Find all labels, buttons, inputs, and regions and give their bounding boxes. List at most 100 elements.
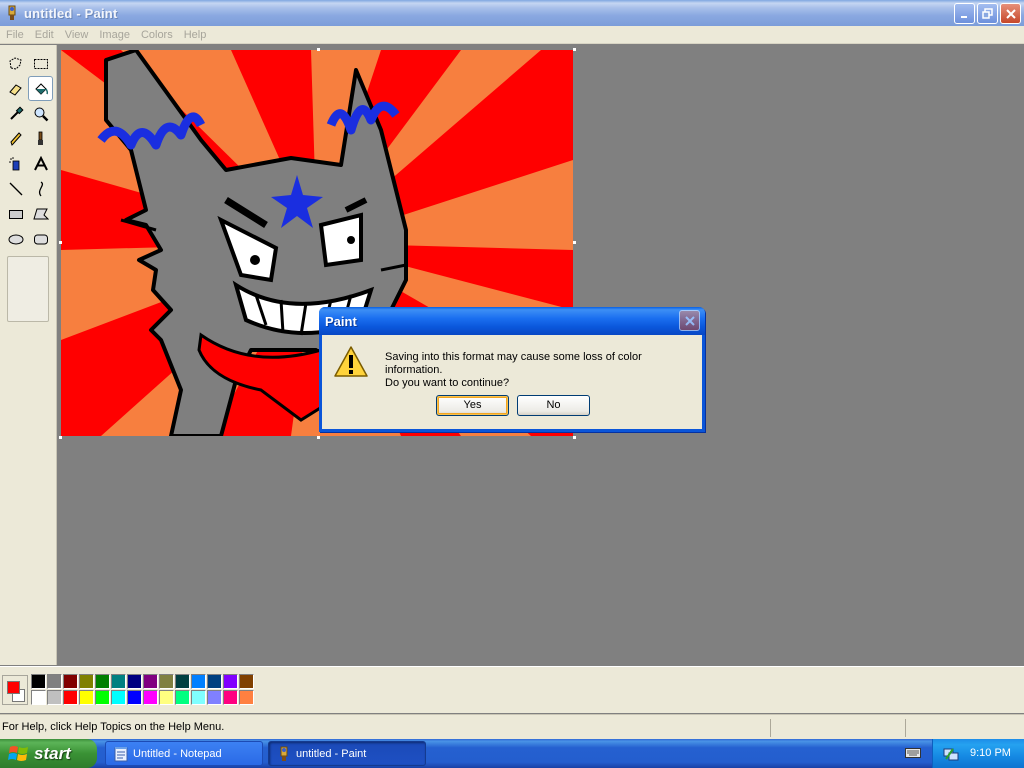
palette-swatch[interactable] (159, 690, 174, 705)
keyboard-icon[interactable] (905, 747, 921, 759)
tool-pick-color[interactable] (3, 101, 28, 126)
palette-swatch[interactable] (47, 690, 62, 705)
palette-swatch[interactable] (175, 674, 190, 689)
palette-swatch[interactable] (191, 674, 206, 689)
save-warning-dialog: Paint Saving into this format may cause … (319, 307, 705, 432)
status-help-text: For Help, click Help Topics on the Help … (2, 721, 225, 733)
magnifier-icon (34, 107, 48, 121)
minimize-button[interactable] (954, 3, 975, 24)
start-button[interactable]: start (0, 739, 97, 768)
taskbar-item-label: Untitled - Notepad (133, 747, 222, 760)
taskbar: start Untitled - Notepad untitled - Pain… (0, 739, 1024, 768)
palette-swatch[interactable] (31, 690, 46, 705)
palette-swatch[interactable] (239, 674, 254, 689)
start-label: start (34, 743, 71, 763)
palette-swatch[interactable] (207, 674, 222, 689)
dialog-close-button[interactable] (679, 310, 700, 331)
dialog-title-bar[interactable]: Paint (319, 307, 705, 335)
windows-logo-icon (8, 745, 28, 761)
tool-line[interactable] (3, 176, 28, 201)
canvas-resize-handle[interactable] (59, 436, 62, 439)
palette-swatch[interactable] (143, 674, 158, 689)
palette-swatch[interactable] (127, 674, 142, 689)
menu-edit[interactable]: Edit (30, 29, 59, 41)
palette-swatch[interactable] (111, 674, 126, 689)
tool-airbrush[interactable] (3, 151, 28, 176)
menu-help[interactable]: Help (179, 29, 212, 41)
taskbar-item-notepad[interactable]: Untitled - Notepad (105, 741, 263, 766)
status-pane-size (905, 719, 906, 737)
palette-swatch[interactable] (143, 690, 158, 705)
rect-select-icon (33, 58, 48, 69)
tool-pencil[interactable] (3, 126, 28, 151)
palette-swatch[interactable] (79, 674, 94, 689)
tool-rectangle[interactable] (3, 201, 28, 226)
menu-colors[interactable]: Colors (136, 29, 178, 41)
palette-swatch[interactable] (175, 690, 190, 705)
tool-text[interactable] (28, 151, 53, 176)
notepad-icon (114, 746, 128, 761)
palette-swatch[interactable] (159, 674, 174, 689)
tool-select[interactable] (28, 51, 53, 76)
eraser-icon (8, 83, 22, 96)
palette-swatch[interactable] (111, 690, 126, 705)
network-icon[interactable] (943, 746, 959, 762)
tool-rounded-rectangle[interactable] (28, 226, 53, 251)
menu-image[interactable]: Image (94, 29, 135, 41)
current-colors[interactable] (2, 675, 28, 705)
tool-polygon[interactable] (28, 201, 53, 226)
tool-options-box[interactable] (7, 256, 49, 322)
taskbar-item-paint[interactable]: untitled - Paint (268, 741, 426, 766)
brush-icon (37, 131, 43, 145)
polygon-icon (32, 208, 49, 219)
palette-swatch[interactable] (95, 674, 110, 689)
menu-file[interactable]: File (1, 29, 29, 41)
canvas-resize-handle[interactable] (59, 241, 62, 244)
palette-swatch[interactable] (31, 674, 46, 689)
canvas-resize-handle[interactable] (573, 241, 576, 244)
dialog-message-line2: Do you want to continue? (385, 377, 510, 389)
canvas-resize-handle[interactable] (573, 436, 576, 439)
close-button[interactable] (1000, 3, 1021, 24)
palette-swatch[interactable] (47, 674, 62, 689)
close-icon (684, 315, 695, 326)
title-bar[interactable]: untitled - Paint (0, 0, 1024, 26)
menu-view[interactable]: View (60, 29, 94, 41)
text-icon (33, 155, 48, 170)
minimize-icon (960, 15, 967, 18)
palette-swatch[interactable] (207, 690, 222, 705)
canvas-resize-handle[interactable] (317, 48, 320, 51)
palette-swatch[interactable] (63, 690, 78, 705)
palette-swatch[interactable] (223, 690, 238, 705)
tool-eraser[interactable] (3, 76, 28, 101)
yes-button[interactable]: Yes (436, 395, 509, 416)
tool-fill-with-color[interactable] (28, 76, 53, 101)
close-icon (1005, 8, 1016, 19)
no-button[interactable]: No (517, 395, 590, 416)
paint-app-icon[interactable] (4, 5, 20, 21)
window-controls (954, 3, 1021, 24)
color-palette (31, 674, 255, 706)
color-box (0, 666, 1024, 713)
rounded-rect-icon (33, 234, 48, 244)
tool-magnifier[interactable] (28, 101, 53, 126)
tool-free-form-select[interactable] (3, 51, 28, 76)
clock[interactable]: 9:10 PM (970, 747, 1011, 759)
tool-brush[interactable] (28, 126, 53, 151)
tool-box (0, 45, 57, 665)
palette-swatch[interactable] (79, 690, 94, 705)
tool-curve[interactable] (28, 176, 53, 201)
canvas-resize-handle[interactable] (317, 436, 320, 439)
palette-swatch[interactable] (191, 690, 206, 705)
line-icon (9, 182, 22, 195)
palette-swatch[interactable] (239, 690, 254, 705)
canvas-resize-handle[interactable] (573, 48, 576, 51)
palette-swatch[interactable] (63, 674, 78, 689)
system-tray: 9:10 PM (932, 739, 1024, 768)
tool-ellipse[interactable] (3, 226, 28, 251)
palette-swatch[interactable] (95, 690, 110, 705)
palette-swatch[interactable] (127, 690, 142, 705)
restore-button[interactable] (977, 3, 998, 24)
palette-swatch[interactable] (223, 674, 238, 689)
curve-icon (38, 180, 43, 196)
